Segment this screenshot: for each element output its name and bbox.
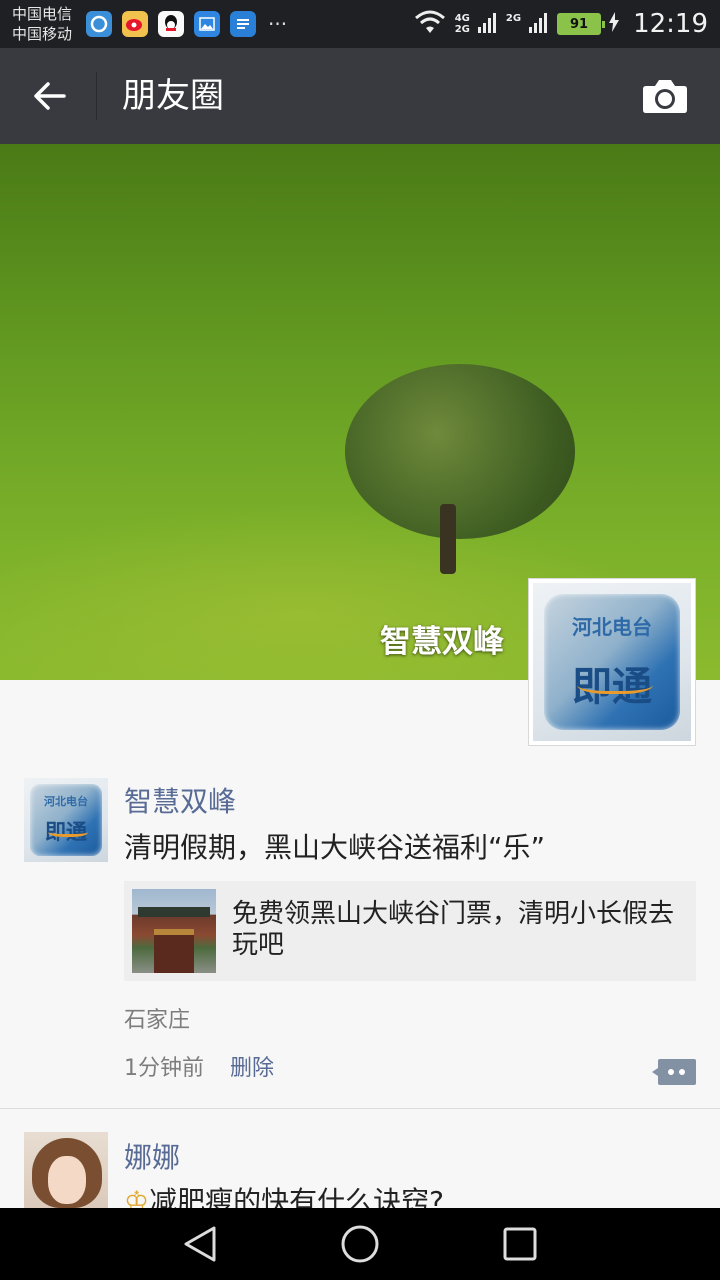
post-avatar[interactable] bbox=[24, 1132, 108, 1216]
circle-home-icon bbox=[341, 1225, 379, 1263]
charging-icon bbox=[609, 12, 620, 36]
comment-icon bbox=[652, 1059, 696, 1085]
post-text: 清明假期，黑山大峡谷送福利“乐” bbox=[124, 831, 546, 864]
triangle-back-icon bbox=[184, 1226, 216, 1262]
post-author-name[interactable]: 娜娜 bbox=[124, 1136, 180, 1176]
post-time: 1分钟前 bbox=[124, 1056, 204, 1081]
delete-button[interactable]: 删除 bbox=[230, 1050, 274, 1082]
avatar-photo bbox=[24, 1132, 108, 1216]
carrier-info: 中国电信 中国移动 bbox=[12, 4, 72, 44]
link-title: 免费领黑山大峡谷门票，清明小长假去玩吧 bbox=[232, 899, 675, 960]
tree-canopy bbox=[345, 364, 575, 539]
clock: 12:19 bbox=[633, 9, 708, 39]
network-type-2: 2G bbox=[505, 13, 522, 24]
notification-icons: ··· bbox=[86, 11, 287, 37]
arrow-left-icon bbox=[34, 82, 66, 110]
nav-divider bbox=[96, 72, 97, 120]
post-location[interactable]: 石家庄 bbox=[124, 1002, 190, 1034]
signal-icon-2 bbox=[529, 11, 549, 37]
system-recents-button[interactable] bbox=[498, 1222, 542, 1266]
more-notifications: ··· bbox=[268, 12, 288, 36]
status-bar: 中国电信 中国移动 ··· 4G 2G 2G 91 12:19 bbox=[0, 0, 720, 48]
square-recents-icon bbox=[503, 1227, 537, 1261]
system-back-button[interactable] bbox=[178, 1222, 222, 1266]
post-divider bbox=[0, 1108, 720, 1109]
network-type: 4G 2G bbox=[454, 13, 470, 35]
cover-user-name: 智慧双峰 bbox=[380, 624, 504, 660]
qq-icon bbox=[158, 11, 184, 37]
avatar-logo: 河北电台 即通 bbox=[533, 583, 691, 741]
system-navigation-bar bbox=[0, 1208, 720, 1280]
post-avatar[interactable]: 河北电台 即通 bbox=[24, 778, 108, 862]
gallery-icon bbox=[194, 11, 220, 37]
title-bar: 朋友圈 bbox=[0, 48, 720, 144]
cover-avatar[interactable]: 河北电台 即通 bbox=[528, 578, 696, 746]
link-thumbnail bbox=[132, 889, 216, 973]
status-right: 4G 2G 2G 91 12:19 bbox=[413, 0, 708, 48]
logo-top-text: 河北电台 bbox=[44, 795, 88, 809]
battery-indicator: 91 bbox=[557, 13, 606, 35]
carrier-1: 中国电信 bbox=[12, 5, 73, 23]
camera-button[interactable] bbox=[640, 76, 690, 116]
signal-icon-1 bbox=[477, 11, 498, 37]
weibo-icon bbox=[122, 11, 148, 37]
post-author-name[interactable]: 智慧双峰 bbox=[124, 780, 236, 820]
carrier-2: 中国移动 bbox=[12, 25, 73, 43]
camera-icon bbox=[643, 80, 687, 113]
tree-trunk bbox=[440, 504, 456, 574]
comment-button[interactable] bbox=[652, 1057, 696, 1087]
wifi-icon bbox=[413, 9, 447, 39]
notes-icon bbox=[230, 11, 256, 37]
back-button[interactable] bbox=[24, 72, 74, 120]
page-title: 朋友圈 bbox=[122, 76, 224, 116]
logo-top-text: 河北电台 bbox=[572, 615, 652, 640]
avatar-logo: 河北电台 即通 bbox=[24, 778, 108, 862]
browser-icon bbox=[86, 11, 112, 37]
shared-link-card[interactable]: 免费领黑山大峡谷门票，清明小长假去玩吧 bbox=[124, 881, 696, 981]
system-home-button[interactable] bbox=[338, 1222, 382, 1266]
